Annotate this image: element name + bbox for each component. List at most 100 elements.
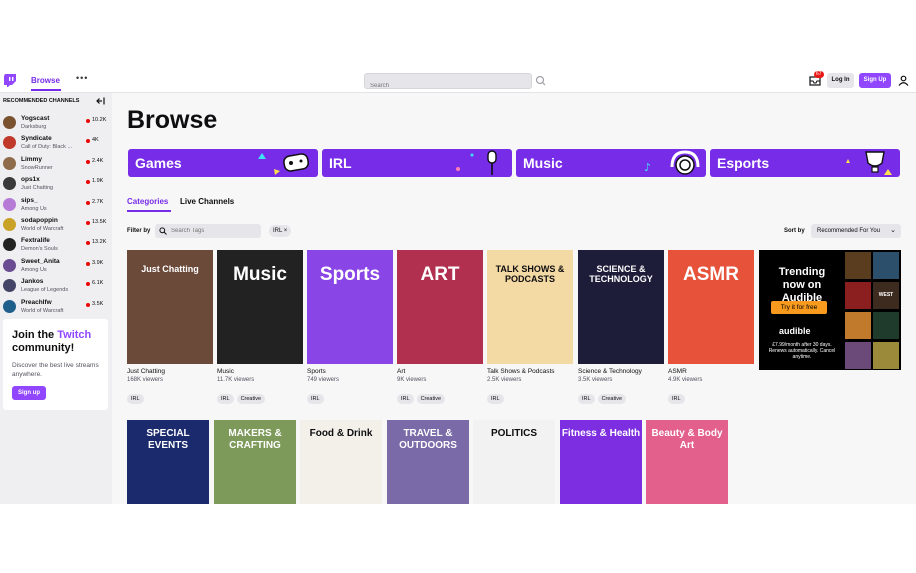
notification-badge: 67 [814, 71, 824, 78]
channel-name: Syndicate [21, 135, 52, 143]
login-button[interactable]: Log In [827, 73, 854, 88]
category-box-art[interactable]: TRAVEL & OUTDOORS [387, 420, 469, 504]
banner-games[interactable]: Games [128, 149, 318, 177]
twitch-logo-icon[interactable] [4, 74, 16, 87]
tag-chip[interactable]: IRL [397, 394, 414, 404]
sidebar-channel[interactable]: sodapoppin World of Warcraft 13.5K [0, 215, 112, 235]
sidebar-channel[interactable]: Syndicate Call of Duty: Black ... 4K [0, 133, 112, 153]
tag-chip[interactable]: Creative [597, 394, 627, 404]
category-box-art[interactable]: Sports [307, 250, 393, 364]
category-title[interactable]: ASMR [668, 368, 687, 375]
channel-game: Call of Duty: Black ... [21, 144, 73, 151]
channel-name: sodapoppin [21, 217, 58, 224]
search-input-wrapper[interactable] [364, 73, 541, 93]
active-tag-irl[interactable]: IRL × [269, 225, 292, 237]
category-tags: IRL Creative [217, 387, 268, 404]
book-cover-west-cork: WEST CORK [873, 282, 899, 325]
channel-game: Demon's Souls [21, 246, 58, 253]
avatar [3, 258, 16, 272]
tab-live-channels[interactable]: Live Channels [180, 197, 234, 206]
category-title[interactable]: Just Chatting [127, 368, 165, 375]
tag-chip[interactable]: IRL [127, 394, 144, 404]
category-box-art[interactable]: Music [217, 250, 303, 364]
tag-chip[interactable]: IRL [668, 394, 685, 404]
sidebar-channel[interactable]: Jankos League of Legends 6.1K [0, 276, 112, 296]
sidebar-channel[interactable]: Limmy SnowRunner 2.4K [0, 154, 112, 174]
tag-chip[interactable]: IRL [487, 394, 504, 404]
banner-games-label: Games [135, 155, 182, 171]
box-art-title: ART [420, 264, 460, 285]
sidebar-channel[interactable]: Sweet_Anita Among Us 3.9K [0, 256, 112, 276]
tag-chip[interactable]: IRL [307, 394, 324, 404]
avatar [3, 156, 16, 170]
tab-categories[interactable]: Categories [127, 197, 168, 206]
category-tags: IRL Creative [397, 387, 448, 404]
live-indicator-icon [86, 180, 90, 185]
sidebar-channel[interactable]: Fextralife Demon's Souls 13.2K [0, 235, 112, 255]
live-indicator-icon [86, 302, 90, 307]
user-menu-icon[interactable] [898, 75, 909, 86]
box-art-title: Food & Drink [309, 428, 373, 439]
tag-chip[interactable]: Creative [236, 394, 266, 404]
promo-signup-button[interactable]: Sign up [12, 386, 46, 400]
signup-button[interactable]: Sign Up [859, 73, 891, 88]
category-box-art[interactable]: SCIENCE & TECHNOLOGY [578, 250, 664, 364]
tag-chip[interactable]: IRL [578, 394, 595, 404]
category-title[interactable]: Art [397, 368, 405, 375]
viewer-count: 6.1K [92, 280, 104, 287]
box-art-title: Music [233, 264, 287, 285]
sort-select[interactable]: Recommended For You ⌄ [811, 224, 901, 238]
live-indicator-icon [86, 241, 90, 246]
category-box-art[interactable]: POLITICS [473, 420, 555, 504]
tag-search-wrapper[interactable] [155, 224, 261, 238]
tag-chip[interactable]: IRL [217, 394, 234, 404]
channel-game: Among Us [21, 205, 47, 212]
book-cover [873, 312, 899, 339]
search-icon[interactable] [534, 73, 548, 89]
nav-browse-link[interactable]: Browse [31, 76, 60, 85]
promo-title-brand: Twitch [57, 329, 92, 341]
book-cover [873, 252, 899, 279]
filter-by-label: Filter by [127, 228, 151, 234]
sidebar-channel[interactable]: ops1x Just Chatting 1.9K [0, 174, 112, 194]
category-box-art[interactable]: Fitness & Health [560, 420, 642, 504]
category-box-art[interactable]: TALK SHOWS & PODCASTS [487, 250, 573, 364]
category-box-art[interactable]: Beauty & Body Art [646, 420, 728, 504]
category-box-art[interactable]: SPECIAL EVENTS [127, 420, 209, 504]
sidebar-channel[interactable]: Preachlfw World of Warcraft 3.5K [0, 297, 112, 317]
audible-ad[interactable]: Trending now on Audible Try it for free … [759, 250, 901, 370]
search-input[interactable] [365, 79, 541, 93]
channel-game: SnowRunner [21, 164, 53, 171]
banner-irl[interactable]: IRL [322, 149, 512, 177]
category-tags: IRL [668, 387, 688, 404]
box-art-title: Beauty & Body Art [651, 428, 723, 451]
banner-music[interactable]: Music ♪ [516, 149, 706, 177]
banner-esports[interactable]: Esports [710, 149, 900, 177]
tag-chip[interactable]: Creative [416, 394, 446, 404]
category-box-art[interactable]: ASMR [668, 250, 754, 364]
sidebar-channel[interactable]: sips_ Among Us 2.7K [0, 195, 112, 215]
category-title[interactable]: Music [217, 368, 234, 375]
headphones-icon: ♪ [644, 150, 700, 175]
category-box-art[interactable]: Food & Drink [300, 420, 382, 504]
collapse-sidebar-icon[interactable] [96, 97, 105, 105]
category-box-art[interactable]: MAKERS & CRAFTING [214, 420, 296, 504]
live-indicator-icon [86, 261, 90, 266]
category-title[interactable]: Talk Shows & Podcasts [487, 368, 555, 375]
category-title[interactable]: Science & Technology [578, 368, 642, 375]
gamepad-icon [258, 153, 310, 175]
more-menu-icon[interactable]: ••• [76, 73, 88, 83]
sidebar-channel[interactable]: Yogscast Darksburg 10.2K [0, 113, 112, 133]
avatar [3, 238, 16, 252]
tag-search-input[interactable] [171, 224, 257, 238]
viewer-count: 2.4K [92, 157, 104, 164]
banner-irl-label: IRL [329, 155, 352, 171]
active-tab-indicator [127, 210, 171, 212]
ad-brand: audible [779, 326, 811, 336]
nav-active-indicator [31, 89, 61, 91]
ad-cta-button[interactable]: Try it for free [771, 301, 827, 314]
category-box-art[interactable]: Just Chatting [127, 250, 213, 364]
category-box-art[interactable]: ART [397, 250, 483, 364]
category-title[interactable]: Sports [307, 368, 326, 375]
box-art-title: TALK SHOWS & PODCASTS [495, 264, 565, 284]
